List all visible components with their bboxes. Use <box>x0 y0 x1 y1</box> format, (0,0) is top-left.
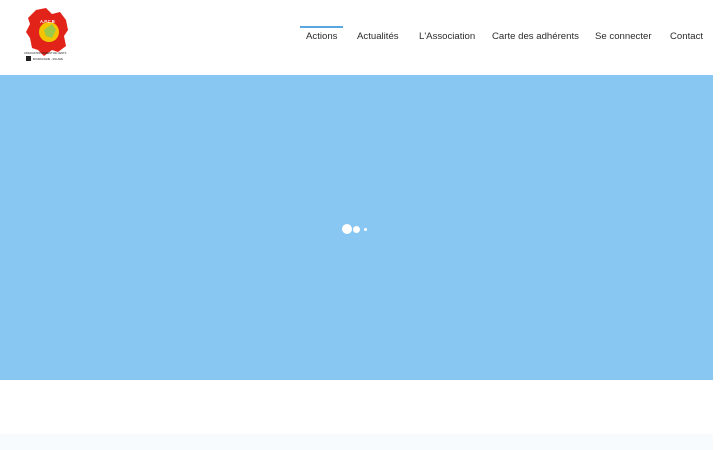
loader-dot-icon <box>342 224 352 234</box>
logo-text-main: A.P.C.B <box>40 19 55 24</box>
nav-item-actions[interactable]: Actions <box>300 26 344 48</box>
site-header: A.P.C.B ASSOCIATION PARENT DE CENTS BOUR… <box>0 0 720 75</box>
content-section-start <box>0 434 713 450</box>
nav-item-label: Actualités <box>357 31 399 42</box>
nav-item-label: Contact <box>670 31 704 42</box>
scrollbar-track[interactable] <box>713 75 720 450</box>
nav-item-label: L'Association <box>419 31 476 42</box>
nav-item-label: Carte des adhérents <box>492 31 579 42</box>
nav-item-label: Se connecter <box>595 31 652 42</box>
loader-dot-icon <box>353 225 360 233</box>
nav-item-contact[interactable]: Contact <box>664 26 709 48</box>
logo-text-region: BOURGOGNE · SOLANE <box>33 57 63 61</box>
loading-indicator <box>342 224 372 234</box>
loader-dot-icon <box>364 227 367 231</box>
nav-item-label: Actions <box>306 31 338 42</box>
nav-item-carte-adherents[interactable]: Carte des adhérents <box>486 26 585 48</box>
site-logo[interactable]: A.P.C.B ASSOCIATION PARENT DE CENTS BOUR… <box>22 6 72 64</box>
nav-item-se-connecter[interactable]: Se connecter <box>589 26 658 48</box>
nav-item-actualites[interactable]: Actualités <box>351 26 405 48</box>
main-nav: Actions Actualités L'Association Carte d… <box>290 0 720 75</box>
nav-item-association[interactable]: L'Association <box>413 26 481 48</box>
logo-text-sub: ASSOCIATION PARENT DE CENTS <box>24 51 67 55</box>
france-map-logo-icon: A.P.C.B ASSOCIATION PARENT DE CENTS BOUR… <box>24 8 68 61</box>
